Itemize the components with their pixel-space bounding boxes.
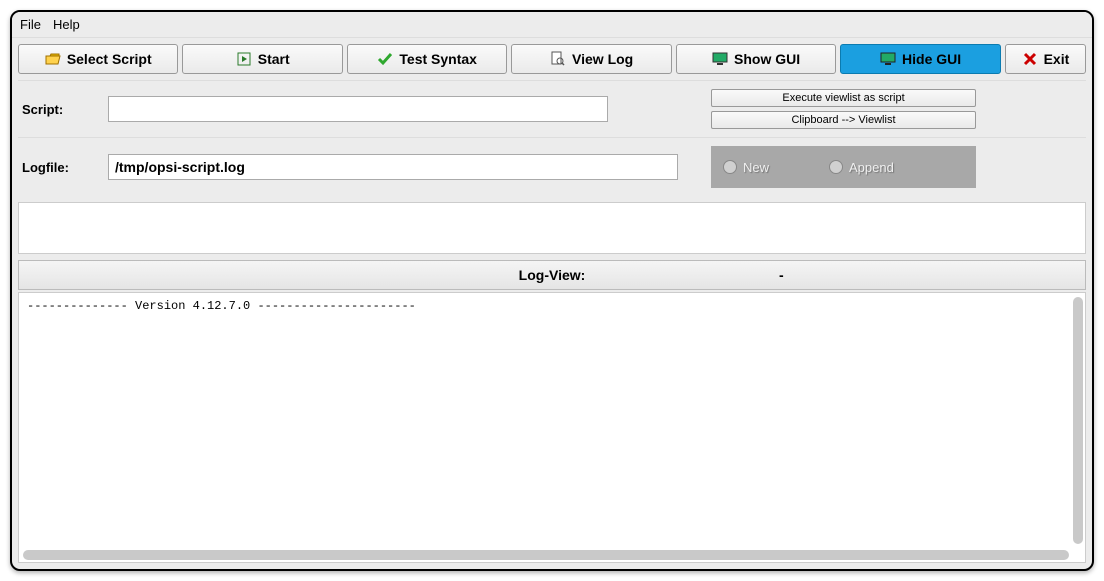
log-view-header: Log-View: - xyxy=(18,260,1086,290)
log-view-dash: - xyxy=(779,267,784,283)
spacer-panel xyxy=(18,202,1086,254)
view-log-button[interactable]: View Log xyxy=(511,44,671,74)
log-view-body: -------------- Version 4.12.7.0 --------… xyxy=(18,292,1086,563)
menu-file[interactable]: File xyxy=(20,17,41,32)
menu-help[interactable]: Help xyxy=(53,17,80,32)
folder-open-icon xyxy=(45,51,61,67)
application-window: File Help Select Script Start Test Synta… xyxy=(10,10,1094,571)
check-icon xyxy=(377,51,393,67)
monitor-icon xyxy=(712,51,728,67)
play-icon xyxy=(236,51,252,67)
toolbar: Select Script Start Test Syntax View Log… xyxy=(12,38,1092,80)
form-area: Script: Execute viewlist as script Clipb… xyxy=(12,80,1092,196)
exit-button[interactable]: Exit xyxy=(1005,44,1086,74)
test-syntax-label: Test Syntax xyxy=(399,51,477,67)
logfile-label: Logfile: xyxy=(18,160,108,175)
script-row: Script: Execute viewlist as script Clipb… xyxy=(18,80,1086,137)
radio-icon xyxy=(829,160,843,174)
radio-icon xyxy=(723,160,737,174)
radio-new-label: New xyxy=(743,160,769,175)
view-log-label: View Log xyxy=(572,51,633,67)
close-icon xyxy=(1022,51,1038,67)
show-gui-label: Show GUI xyxy=(734,51,800,67)
document-search-icon xyxy=(550,51,566,67)
log-content: -------------- Version 4.12.7.0 --------… xyxy=(19,293,1085,319)
viewlist-buttons: Execute viewlist as script Clipboard -->… xyxy=(711,89,976,129)
select-script-label: Select Script xyxy=(67,51,152,67)
script-input[interactable] xyxy=(108,96,608,122)
vertical-scrollbar[interactable] xyxy=(1073,297,1083,544)
select-script-button[interactable]: Select Script xyxy=(18,44,178,74)
script-label: Script: xyxy=(18,102,108,117)
exit-label: Exit xyxy=(1044,51,1070,67)
menubar: File Help xyxy=(12,12,1092,38)
radio-append-label: Append xyxy=(849,160,894,175)
logfile-input[interactable] xyxy=(108,154,678,180)
hide-gui-label: Hide GUI xyxy=(902,51,961,67)
horizontal-scrollbar[interactable] xyxy=(23,550,1069,560)
test-syntax-button[interactable]: Test Syntax xyxy=(347,44,507,74)
log-mode-panel: New Append xyxy=(711,146,976,188)
execute-viewlist-button[interactable]: Execute viewlist as script xyxy=(711,89,976,107)
log-view-title: Log-View: xyxy=(519,267,586,283)
radio-append[interactable]: Append xyxy=(829,160,894,175)
start-label: Start xyxy=(258,51,290,67)
monitor-icon xyxy=(880,51,896,67)
hide-gui-button[interactable]: Hide GUI xyxy=(840,44,1000,74)
start-button[interactable]: Start xyxy=(182,44,342,74)
show-gui-button[interactable]: Show GUI xyxy=(676,44,836,74)
logfile-row: Logfile: New Append xyxy=(18,137,1086,196)
clipboard-viewlist-button[interactable]: Clipboard --> Viewlist xyxy=(711,111,976,129)
radio-new[interactable]: New xyxy=(723,160,769,175)
